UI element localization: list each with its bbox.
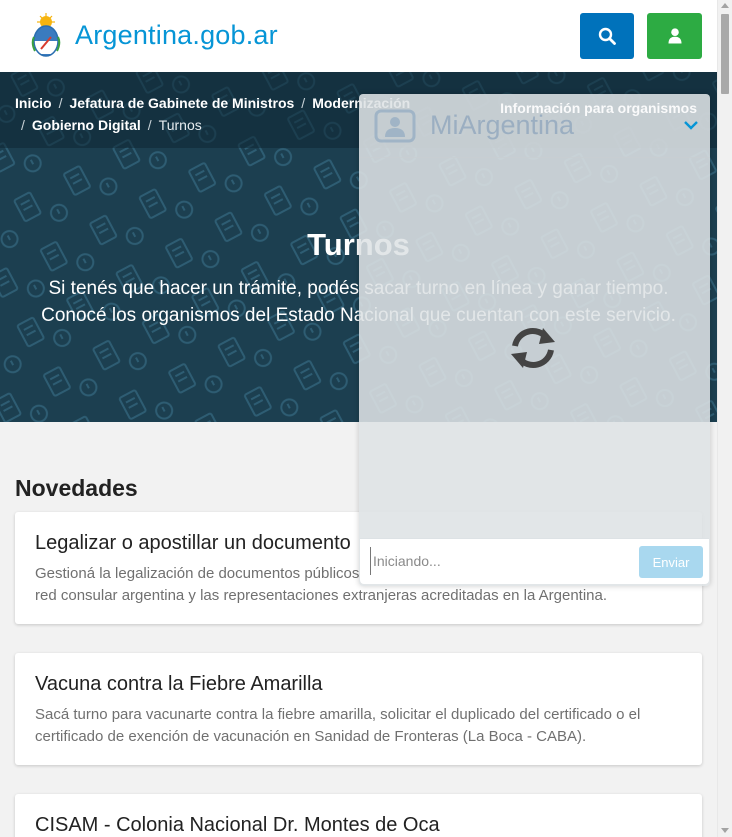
chevron-down-icon[interactable] — [683, 119, 699, 131]
chat-send-button[interactable]: Enviar — [639, 546, 703, 578]
search-button[interactable] — [580, 13, 634, 59]
refresh-icon — [511, 328, 555, 368]
scroll-thumb[interactable] — [721, 14, 729, 94]
breadcrumb-link-inicio[interactable]: Inicio — [15, 95, 52, 111]
breadcrumb-separator: / — [147, 117, 152, 133]
chat-widget[interactable]: Información para organismos MiArgentina … — [359, 94, 710, 586]
miargentina-logo-text: MiArgentina — [430, 110, 575, 140]
miargentina-logo-icon — [374, 109, 416, 143]
breadcrumb-separator: / — [301, 95, 306, 111]
chat-input-bar: Enviar — [360, 538, 709, 584]
page-scrollbar[interactable] — [717, 0, 732, 837]
site-header: Argentina.gob.ar — [0, 0, 717, 72]
scroll-up-arrow-icon[interactable] — [721, 3, 729, 8]
breadcrumb-link-gobierno-digital[interactable]: Gobierno Digital — [32, 117, 141, 133]
breadcrumb-separator: / — [58, 95, 63, 111]
argentina-emblem-icon[interactable] — [31, 13, 61, 57]
novedades-heading: Novedades — [15, 475, 138, 501]
novedad-card-title[interactable]: CISAM - Colonia Nacional Dr. Montes de O… — [35, 814, 682, 837]
user-icon — [668, 28, 681, 44]
chat-message-input[interactable] — [370, 547, 630, 575]
breadcrumb-link-jefatura[interactable]: Jefatura de Gabinete de Ministros — [69, 95, 294, 111]
novedad-card[interactable]: CISAM - Colonia Nacional Dr. Montes de O… — [15, 794, 702, 837]
breadcrumb-separator: / — [21, 117, 25, 133]
login-button[interactable] — [647, 13, 702, 59]
novedad-card-title[interactable]: Vacuna contra la Fiebre Amarilla — [35, 673, 682, 696]
novedad-card-description: Sacá turno para vacunarte contra la fieb… — [35, 706, 641, 745]
site-logo-text[interactable]: Argentina.gob.ar — [75, 20, 278, 51]
scroll-down-arrow-icon[interactable] — [721, 828, 729, 833]
breadcrumb: Inicio / Jefatura de Gabinete de Ministros… — [15, 92, 415, 136]
search-icon — [598, 27, 616, 45]
novedad-card[interactable]: Vacuna contra la Fiebre Amarilla Sacá tu… — [15, 653, 702, 765]
chat-header[interactable]: Información para organismos MiArgentina — [359, 94, 710, 158]
breadcrumb-current: Turnos — [158, 117, 202, 133]
